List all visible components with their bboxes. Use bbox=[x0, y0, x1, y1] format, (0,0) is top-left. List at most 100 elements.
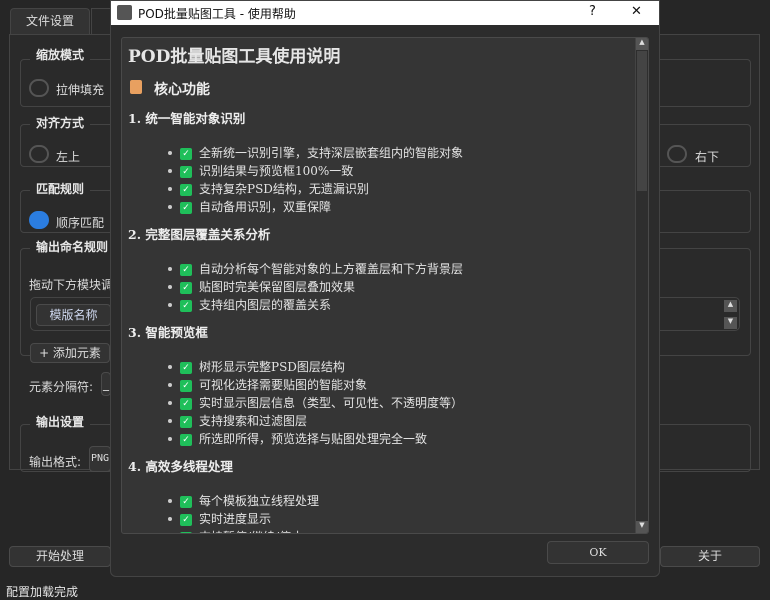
section-list: 1. 统一智能对象识别 ✓ 全新统一识别引擎，支持深层嵌套组内的智能对象 ✓ 识别结果与… bbox=[128, 108, 628, 533]
bullet-icon bbox=[168, 302, 172, 307]
radio-left-top[interactable] bbox=[29, 145, 49, 163]
list-item: ✓ 自动分析每个智能对象的上方覆盖层和下方背景层 bbox=[128, 260, 628, 278]
match-title: 匹配规则 bbox=[30, 180, 91, 197]
section-title: 2. 完整图层覆盖关系分析 bbox=[128, 227, 271, 242]
checkmark-icon: ✓ bbox=[180, 397, 192, 410]
checkmark-icon: ✓ bbox=[180, 495, 192, 508]
separator-label: 元素分隔符: bbox=[29, 380, 94, 394]
ok-button[interactable]: OK bbox=[547, 541, 649, 564]
radio-left-top-label: 左上 bbox=[56, 150, 81, 164]
bullet-icon bbox=[168, 284, 172, 289]
help-content: POD批量贴图工具使用说明 核心功能 1. 统一智能对象识别 ✓ 全新统一识别引擎，… bbox=[121, 37, 649, 534]
list-item-text: 自动分析每个智能对象的上方覆盖层和下方背景层 bbox=[199, 262, 464, 276]
bullet-icon bbox=[168, 436, 172, 441]
radio-sequential-label: 顺序匹配 bbox=[56, 216, 105, 230]
add-element-button[interactable]: + 添加元素 bbox=[30, 343, 110, 363]
list-item-text: 可视化选择需要贴图的智能对象 bbox=[199, 378, 368, 392]
bullet-icon bbox=[168, 150, 172, 155]
checkmark-icon: ✓ bbox=[180, 361, 192, 374]
radio-stretch[interactable] bbox=[29, 79, 49, 97]
list-item-text: 支持搜索和过滤图层 bbox=[199, 414, 308, 428]
list-item-text: 支持暂停/继续/停止 bbox=[199, 530, 303, 533]
bullet-icon bbox=[168, 516, 172, 521]
start-button[interactable]: 开始处理 bbox=[9, 546, 111, 567]
naming-chip-template[interactable]: 模版名称 bbox=[36, 304, 111, 326]
help-heading: POD批量贴图工具使用说明 bbox=[128, 47, 341, 67]
status-text: 配置加载完成 bbox=[6, 585, 79, 599]
naming-hint: 拖动下方模块调 bbox=[29, 278, 114, 292]
app-icon bbox=[117, 5, 132, 20]
list-item-text: 支持复杂PSD结构，无遗漏识别 bbox=[199, 182, 369, 196]
list-item: ✓ 支持暂停/继续/停止 bbox=[128, 528, 628, 533]
checkmark-icon: ✓ bbox=[180, 513, 192, 526]
bullet-icon bbox=[168, 418, 172, 423]
list-item: ✓ 支持组内图层的覆盖关系 bbox=[128, 296, 628, 314]
list-item: ✓ 自动备用识别，双重保障 bbox=[128, 198, 628, 216]
checkmark-icon: ✓ bbox=[180, 147, 192, 160]
list-item-text: 每个模板独立线程处理 bbox=[199, 494, 320, 508]
list-item: ✓ 实时显示图层信息（类型、可见性、不透明度等） bbox=[128, 394, 628, 412]
help-dialog: POD批量贴图工具 - 使用帮助 ? ✕ POD批量贴图工具使用说明 核心功能 … bbox=[110, 0, 660, 577]
section-title: 3. 智能预览框 bbox=[128, 325, 208, 340]
output-title: 输出设置 bbox=[30, 413, 91, 430]
section-title: 4. 高效多线程处理 bbox=[128, 459, 233, 474]
list-item-text: 全新统一识别引擎，支持深层嵌套组内的智能对象 bbox=[199, 146, 464, 160]
radio-right-bottom-label: 右下 bbox=[695, 150, 720, 164]
list-item: ✓ 支持搜索和过滤图层 bbox=[128, 412, 628, 430]
checkmark-icon: ✓ bbox=[180, 263, 192, 276]
list-item: ✓ 每个模板独立线程处理 bbox=[128, 492, 628, 510]
checkmark-icon: ✓ bbox=[180, 201, 192, 214]
list-item: ✓ 支持复杂PSD结构，无遗漏识别 bbox=[128, 180, 628, 198]
list-item-text: 贴图时完美保留图层叠加效果 bbox=[199, 280, 356, 294]
checkmark-icon: ✓ bbox=[180, 183, 192, 196]
list-item: ✓ 全新统一识别引擎，支持深层嵌套组内的智能对象 bbox=[128, 144, 628, 162]
bullet-icon bbox=[168, 364, 172, 369]
bullet-icon bbox=[168, 382, 172, 387]
checkmark-icon: ✓ bbox=[180, 379, 192, 392]
bullet-icon bbox=[168, 498, 172, 503]
chip-scrollbar[interactable]: ▲ ▼ bbox=[724, 300, 737, 330]
dialog-title: POD批量贴图工具 - 使用帮助 bbox=[138, 7, 296, 21]
list-item: ✓ 实时进度显示 bbox=[128, 510, 628, 528]
checkmark-icon: ✓ bbox=[180, 531, 192, 533]
scrollbar-thumb[interactable] bbox=[637, 51, 647, 191]
naming-title: 输出命名规则 bbox=[30, 238, 115, 255]
help-button[interactable]: ? bbox=[589, 4, 596, 19]
tab-file-settings[interactable]: 文件设置 bbox=[10, 8, 90, 34]
checkmark-icon: ✓ bbox=[180, 415, 192, 428]
dialog-titlebar: POD批量贴图工具 - 使用帮助 ? ✕ bbox=[111, 1, 659, 25]
list-item: ✓ 可视化选择需要贴图的智能对象 bbox=[128, 376, 628, 394]
list-item-text: 支持组内图层的覆盖关系 bbox=[199, 298, 332, 312]
list-item-text: 实时显示图层信息（类型、可见性、不透明度等） bbox=[199, 396, 464, 410]
scale-mode-title: 缩放模式 bbox=[30, 46, 91, 63]
list-item-text: 树形显示完整PSD图层结构 bbox=[199, 360, 345, 374]
content-scrollbar[interactable]: ▲ ▼ bbox=[635, 38, 648, 533]
clipboard-icon bbox=[130, 80, 142, 94]
output-format-select[interactable]: PNG bbox=[89, 446, 111, 472]
radio-sequential[interactable] bbox=[29, 211, 49, 229]
bullet-icon bbox=[168, 186, 172, 191]
bullet-icon bbox=[168, 400, 172, 405]
bullet-icon bbox=[168, 266, 172, 271]
section-title: 1. 统一智能对象识别 bbox=[128, 111, 246, 126]
list-item: ✓ 树形显示完整PSD图层结构 bbox=[128, 358, 628, 376]
list-item-text: 识别结果与预览框100%一致 bbox=[199, 164, 354, 178]
about-button[interactable]: 关于 bbox=[660, 546, 760, 567]
radio-right-bottom[interactable] bbox=[667, 145, 687, 163]
list-item: ✓ 识别结果与预览框100%一致 bbox=[128, 162, 628, 180]
core-heading: 核心功能 bbox=[154, 82, 210, 98]
bullet-icon bbox=[168, 204, 172, 209]
align-title: 对齐方式 bbox=[30, 114, 91, 131]
bullet-icon bbox=[168, 168, 172, 173]
list-item: ✓ 贴图时完美保留图层叠加效果 bbox=[128, 278, 628, 296]
checkmark-icon: ✓ bbox=[180, 281, 192, 294]
checkmark-icon: ✓ bbox=[180, 299, 192, 312]
list-item: ✓ 所选即所得，预览选择与贴图处理完全一致 bbox=[128, 430, 628, 448]
list-item-text: 实时进度显示 bbox=[199, 512, 272, 526]
checkmark-icon: ✓ bbox=[180, 433, 192, 446]
output-format-label: 输出格式: bbox=[29, 455, 82, 469]
list-item-text: 自动备用识别，双重保障 bbox=[199, 200, 332, 214]
checkmark-icon: ✓ bbox=[180, 165, 192, 178]
radio-stretch-label: 拉伸填充 bbox=[56, 83, 105, 97]
close-button[interactable]: ✕ bbox=[631, 4, 642, 19]
